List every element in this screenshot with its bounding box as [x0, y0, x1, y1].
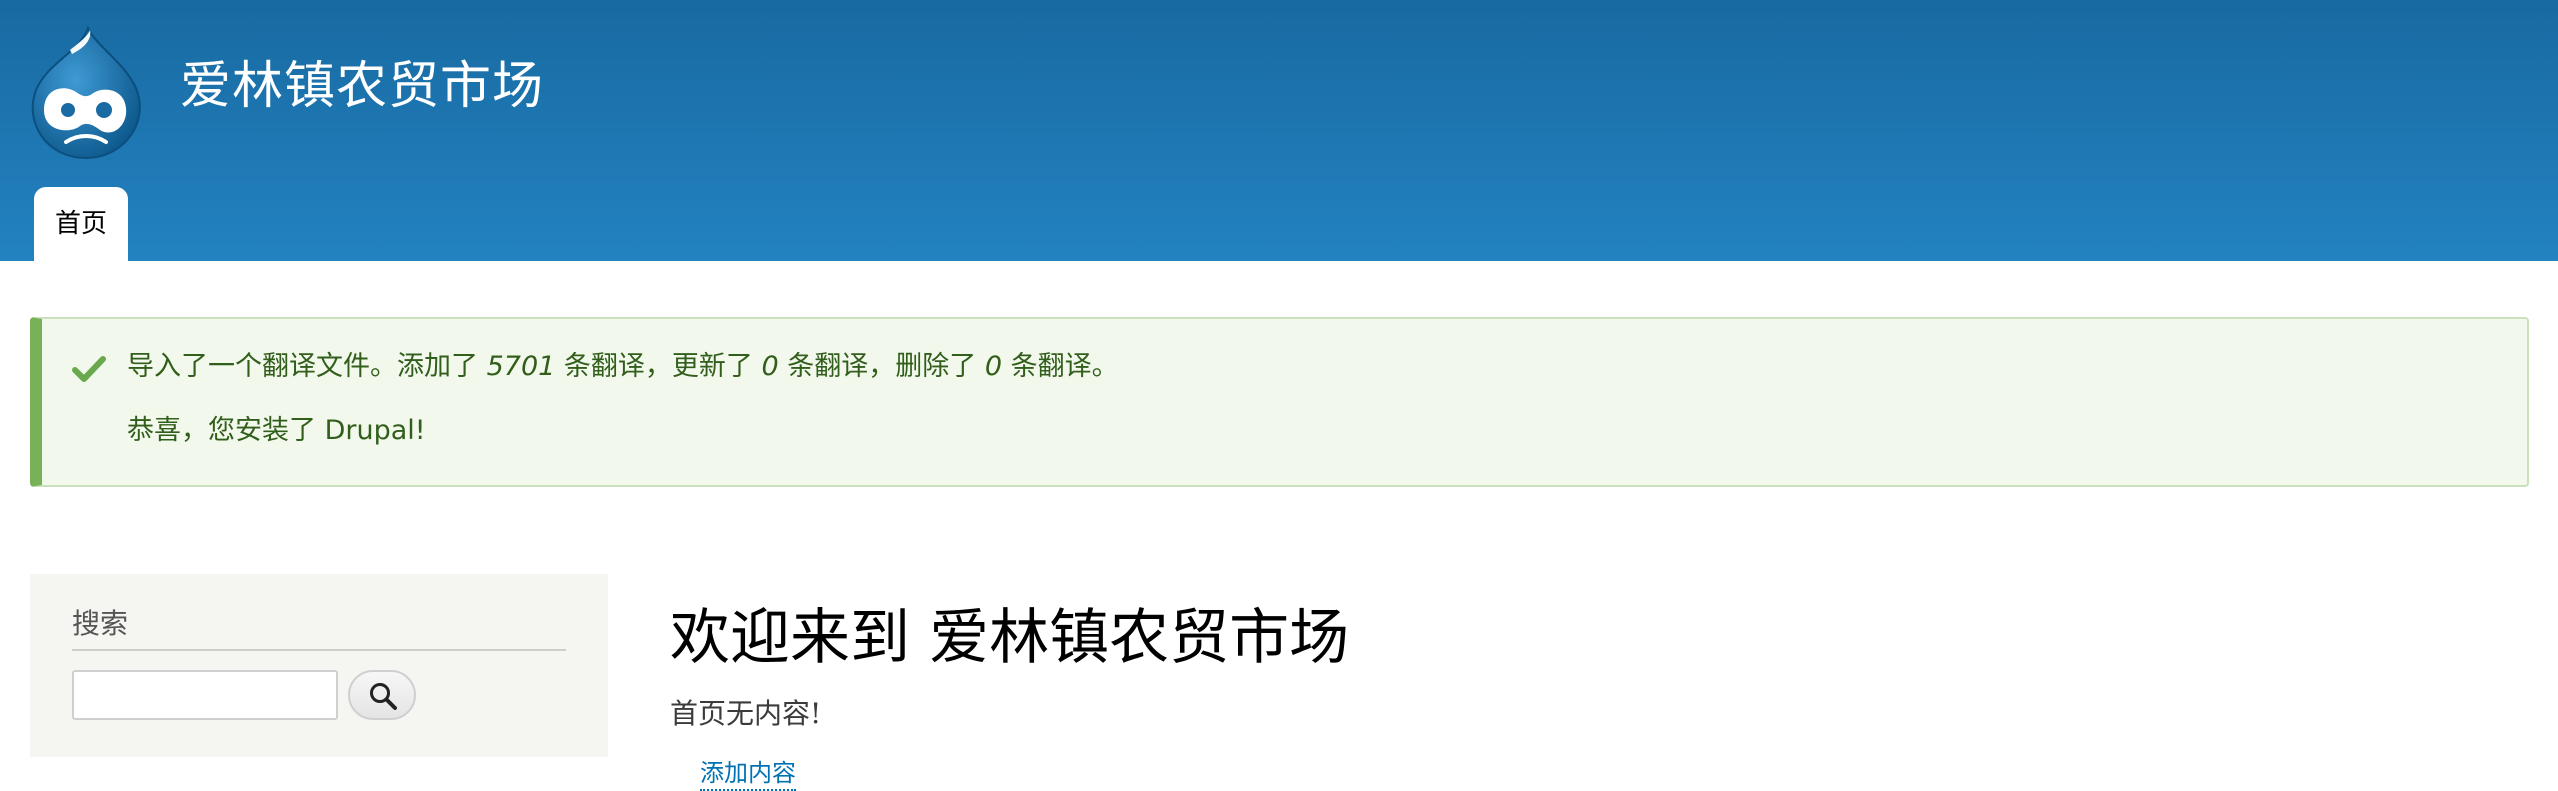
status-text: 条翻译，删除了 [778, 351, 985, 382]
search-block-title: 搜索 [72, 607, 129, 640]
status-message-line-import: 导入了一个翻译文件。添加了 5701 条翻译，更新了 0 条翻译，删除了 0 条… [127, 349, 1119, 385]
updated-count: 0 [761, 351, 779, 382]
tab-home[interactable]: 首页 [34, 187, 128, 261]
sidebar-search-block: 搜索 [30, 574, 608, 757]
status-message-line-installed: 恭喜，您安装了 Drupal! [127, 415, 426, 446]
site-name[interactable]: 爱林镇农贸市场 [180, 52, 544, 122]
search-button[interactable] [348, 670, 416, 720]
status-text: 导入了一个翻译文件。添加了 [127, 351, 487, 382]
add-content-link[interactable]: 添加内容 [700, 757, 796, 791]
status-message: 导入了一个翻译文件。添加了 5701 条翻译，更新了 0 条翻译，删除了 0 条… [30, 317, 2529, 487]
site-header: 爱林镇农贸市场 首页 [0, 0, 2558, 261]
deleted-count: 0 [984, 351, 1003, 382]
magnifier-icon [370, 683, 397, 710]
divider [72, 649, 566, 651]
page-title: 欢迎来到 爱林镇农贸市场 [670, 603, 1350, 673]
checkmark-icon [72, 355, 106, 383]
drupal-drop-logo-icon[interactable] [26, 25, 146, 160]
status-text: 条翻译。 [1002, 351, 1119, 382]
empty-frontpage-text: 首页无内容! [670, 697, 822, 730]
search-input[interactable] [72, 670, 338, 720]
status-text: 条翻译，更新了 [555, 351, 762, 382]
added-count: 5701 [486, 351, 556, 382]
